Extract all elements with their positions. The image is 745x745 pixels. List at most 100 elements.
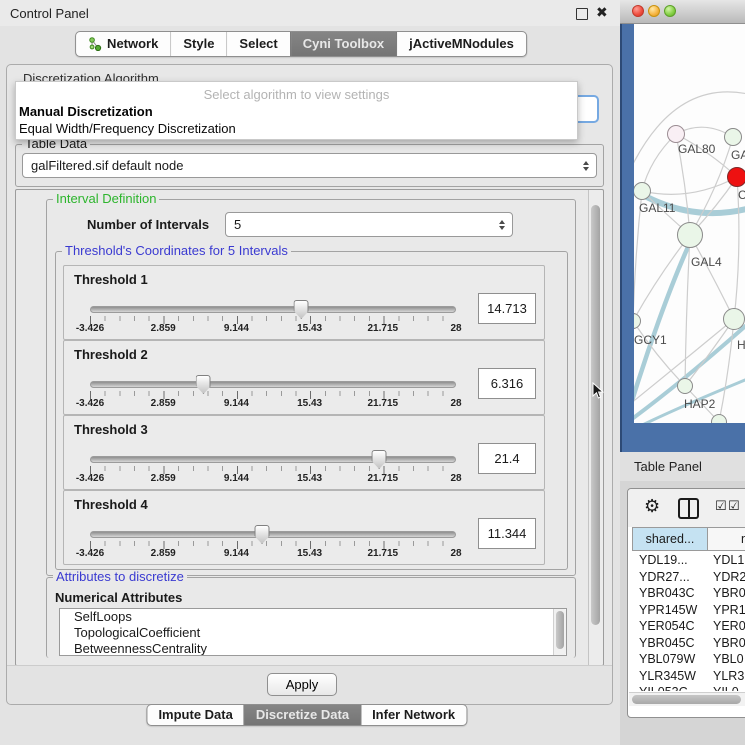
slider-track[interactable] bbox=[90, 531, 456, 538]
table-row[interactable]: YPR145WYPR1 bbox=[632, 602, 745, 619]
close-icon[interactable]: ✖ bbox=[596, 4, 608, 21]
cell-name: YLR3 bbox=[708, 668, 745, 685]
tick-label: 9.144 bbox=[224, 548, 249, 559]
tick-labels: -3.4262.8599.14415.4321.71528 bbox=[90, 473, 456, 485]
tick-label: 21.715 bbox=[368, 473, 399, 484]
threshold-1-value-field[interactable]: 14.713 bbox=[478, 293, 536, 324]
table-panel-strip: Table Panel bbox=[620, 452, 745, 481]
table-panel: ⚙ ☑ ☑ shared... n YDL19...YDL1YDR27...YD… bbox=[627, 488, 745, 718]
node-hap2[interactable] bbox=[677, 378, 693, 394]
apply-strip: Apply bbox=[7, 665, 612, 704]
tick-labels: -3.4262.8599.14415.4321.71528 bbox=[90, 548, 456, 560]
bottom-tab-bar: Impute Data Discretize Data Infer Networ… bbox=[146, 704, 467, 726]
table-row[interactable]: YER054CYER0 bbox=[632, 618, 745, 635]
tick-label: 2.859 bbox=[151, 473, 176, 484]
mouse-cursor-icon bbox=[592, 382, 604, 400]
slider-track[interactable] bbox=[90, 456, 456, 463]
network-window-titlebar bbox=[620, 0, 745, 24]
thresholds-group: Threshold's Coordinates for 5 Intervals … bbox=[55, 251, 568, 570]
threshold-4-value-field[interactable]: 11.344 bbox=[478, 518, 536, 549]
cell-name: YBR0 bbox=[708, 635, 745, 652]
node-selected-red[interactable] bbox=[727, 167, 745, 187]
cell-name: YIL0 bbox=[708, 684, 745, 691]
threshold-slider[interactable]: -3.4262.8599.14415.4321.71528 bbox=[90, 449, 456, 487]
list-item[interactable]: TopologicalCoefficient bbox=[60, 625, 566, 641]
list-vertical-scrollbar[interactable] bbox=[553, 609, 566, 655]
node-h[interactable] bbox=[723, 308, 745, 330]
tab-select[interactable]: Select bbox=[226, 32, 289, 56]
tick-label: 15.43 bbox=[297, 323, 322, 334]
tab-style[interactable]: Style bbox=[170, 32, 226, 56]
node-clipped-bottom[interactable] bbox=[711, 414, 727, 423]
table-row[interactable]: YBL079WYBL0 bbox=[632, 651, 745, 668]
table-row[interactable]: YDL19...YDL1 bbox=[632, 552, 745, 569]
vertical-scrollbar[interactable] bbox=[588, 190, 603, 665]
cell-name: YBR0 bbox=[708, 585, 745, 602]
table-row[interactable]: YBR045CYBR0 bbox=[632, 635, 745, 652]
column-header-name[interactable]: n bbox=[708, 527, 745, 551]
list-item[interactable]: SelfLoops bbox=[60, 609, 566, 625]
cell-shared-name: YBL079W bbox=[632, 651, 708, 668]
node-gal80[interactable] bbox=[667, 125, 685, 143]
dropdown-option-equal-width-frequency[interactable]: Equal Width/Frequency Discretization bbox=[19, 121, 236, 136]
table-row[interactable]: YBR043CYBR0 bbox=[632, 585, 745, 602]
tab-impute-data[interactable]: Impute Data bbox=[147, 705, 243, 725]
tab-label: Discretize Data bbox=[256, 707, 349, 722]
tick-label: 2.859 bbox=[151, 323, 176, 334]
cell-shared-name: YIL053C bbox=[632, 684, 708, 691]
number-of-intervals-combobox[interactable]: 5 bbox=[225, 212, 513, 237]
checkbox-icon[interactable]: ☑ bbox=[728, 499, 740, 515]
scrollbar-thumb[interactable] bbox=[556, 611, 564, 649]
checkbox-icon[interactable]: ☑ bbox=[715, 499, 727, 515]
close-window-icon[interactable] bbox=[632, 5, 644, 17]
tick-label: -3.426 bbox=[76, 473, 104, 484]
tab-cyni-toolbox[interactable]: Cyni Toolbox bbox=[290, 32, 396, 56]
tick-label: 28 bbox=[450, 548, 461, 559]
tick-label: -3.426 bbox=[76, 398, 104, 409]
slider-track[interactable] bbox=[90, 381, 456, 388]
table-data-combobox[interactable]: galFiltered.sif default node bbox=[22, 153, 597, 178]
node-gal4[interactable] bbox=[677, 222, 703, 248]
table-row[interactable]: YIL053CYIL0 bbox=[632, 684, 745, 691]
interval-definition-group: Interval Definition Number of Intervals … bbox=[46, 199, 576, 576]
numerical-attributes-list[interactable]: SelfLoopsTopologicalCoefficientBetweenne… bbox=[59, 608, 567, 656]
tick-label: 21.715 bbox=[368, 548, 399, 559]
scrollbar-thumb[interactable] bbox=[591, 205, 600, 625]
tick-label: 9.144 bbox=[224, 473, 249, 484]
column-header-shared-name[interactable]: shared... bbox=[632, 527, 708, 551]
cell-name: YDL1 bbox=[708, 552, 745, 569]
gear-icon[interactable]: ⚙ bbox=[644, 494, 660, 520]
threshold-2-label: Threshold 2 bbox=[74, 347, 148, 362]
tab-discretize-data[interactable]: Discretize Data bbox=[244, 705, 360, 725]
slider-track[interactable] bbox=[90, 306, 456, 313]
tick-label: -3.426 bbox=[76, 548, 104, 559]
scrollbar-thumb[interactable] bbox=[632, 695, 741, 704]
threshold-slider[interactable]: -3.4262.8599.14415.4321.71528 bbox=[90, 524, 456, 562]
threshold-2-value-field[interactable]: 6.316 bbox=[478, 368, 536, 399]
threshold-slider[interactable]: -3.4262.8599.14415.4321.71528 bbox=[90, 374, 456, 412]
threshold-slider[interactable]: -3.4262.8599.14415.4321.71528 bbox=[90, 299, 456, 337]
float-window-icon[interactable] bbox=[576, 8, 588, 20]
zoom-window-icon[interactable] bbox=[664, 5, 676, 17]
threshold-3-value-field[interactable]: 21.4 bbox=[478, 443, 536, 474]
tab-jactivemnodules[interactable]: jActiveMNodules bbox=[396, 32, 526, 56]
network-canvas[interactable]: GAL80 GA C GAL11 GAL4 GCY1 H HAP2 bbox=[634, 24, 745, 423]
cell-name: YDR2 bbox=[708, 569, 745, 586]
list-item[interactable]: BetweennessCentrality bbox=[60, 641, 566, 656]
split-columns-icon[interactable] bbox=[678, 498, 699, 519]
table-row[interactable]: YDR27...YDR2 bbox=[632, 569, 745, 586]
node-label-clipped: C bbox=[738, 188, 745, 202]
apply-button[interactable]: Apply bbox=[267, 673, 337, 696]
table-row[interactable]: YLR345WYLR3 bbox=[632, 668, 745, 685]
tab-infer-network[interactable]: Infer Network bbox=[360, 705, 466, 725]
attributes-group-title: Attributes to discretize bbox=[53, 570, 187, 584]
dropdown-option-manual-discretization[interactable]: Manual Discretization bbox=[19, 104, 153, 119]
network-icon bbox=[88, 37, 102, 51]
horizontal-scrollbar[interactable] bbox=[629, 692, 745, 706]
node-clipped-top-right[interactable] bbox=[724, 128, 742, 146]
tab-network[interactable]: Network bbox=[76, 32, 170, 56]
cell-shared-name: YPR145W bbox=[632, 602, 708, 619]
minimize-window-icon[interactable] bbox=[648, 5, 660, 17]
threshold-3-box: Threshold 3 -3.4262.8599.14415.4321.7152… bbox=[63, 415, 545, 490]
tab-label: Cyni Toolbox bbox=[303, 36, 384, 51]
